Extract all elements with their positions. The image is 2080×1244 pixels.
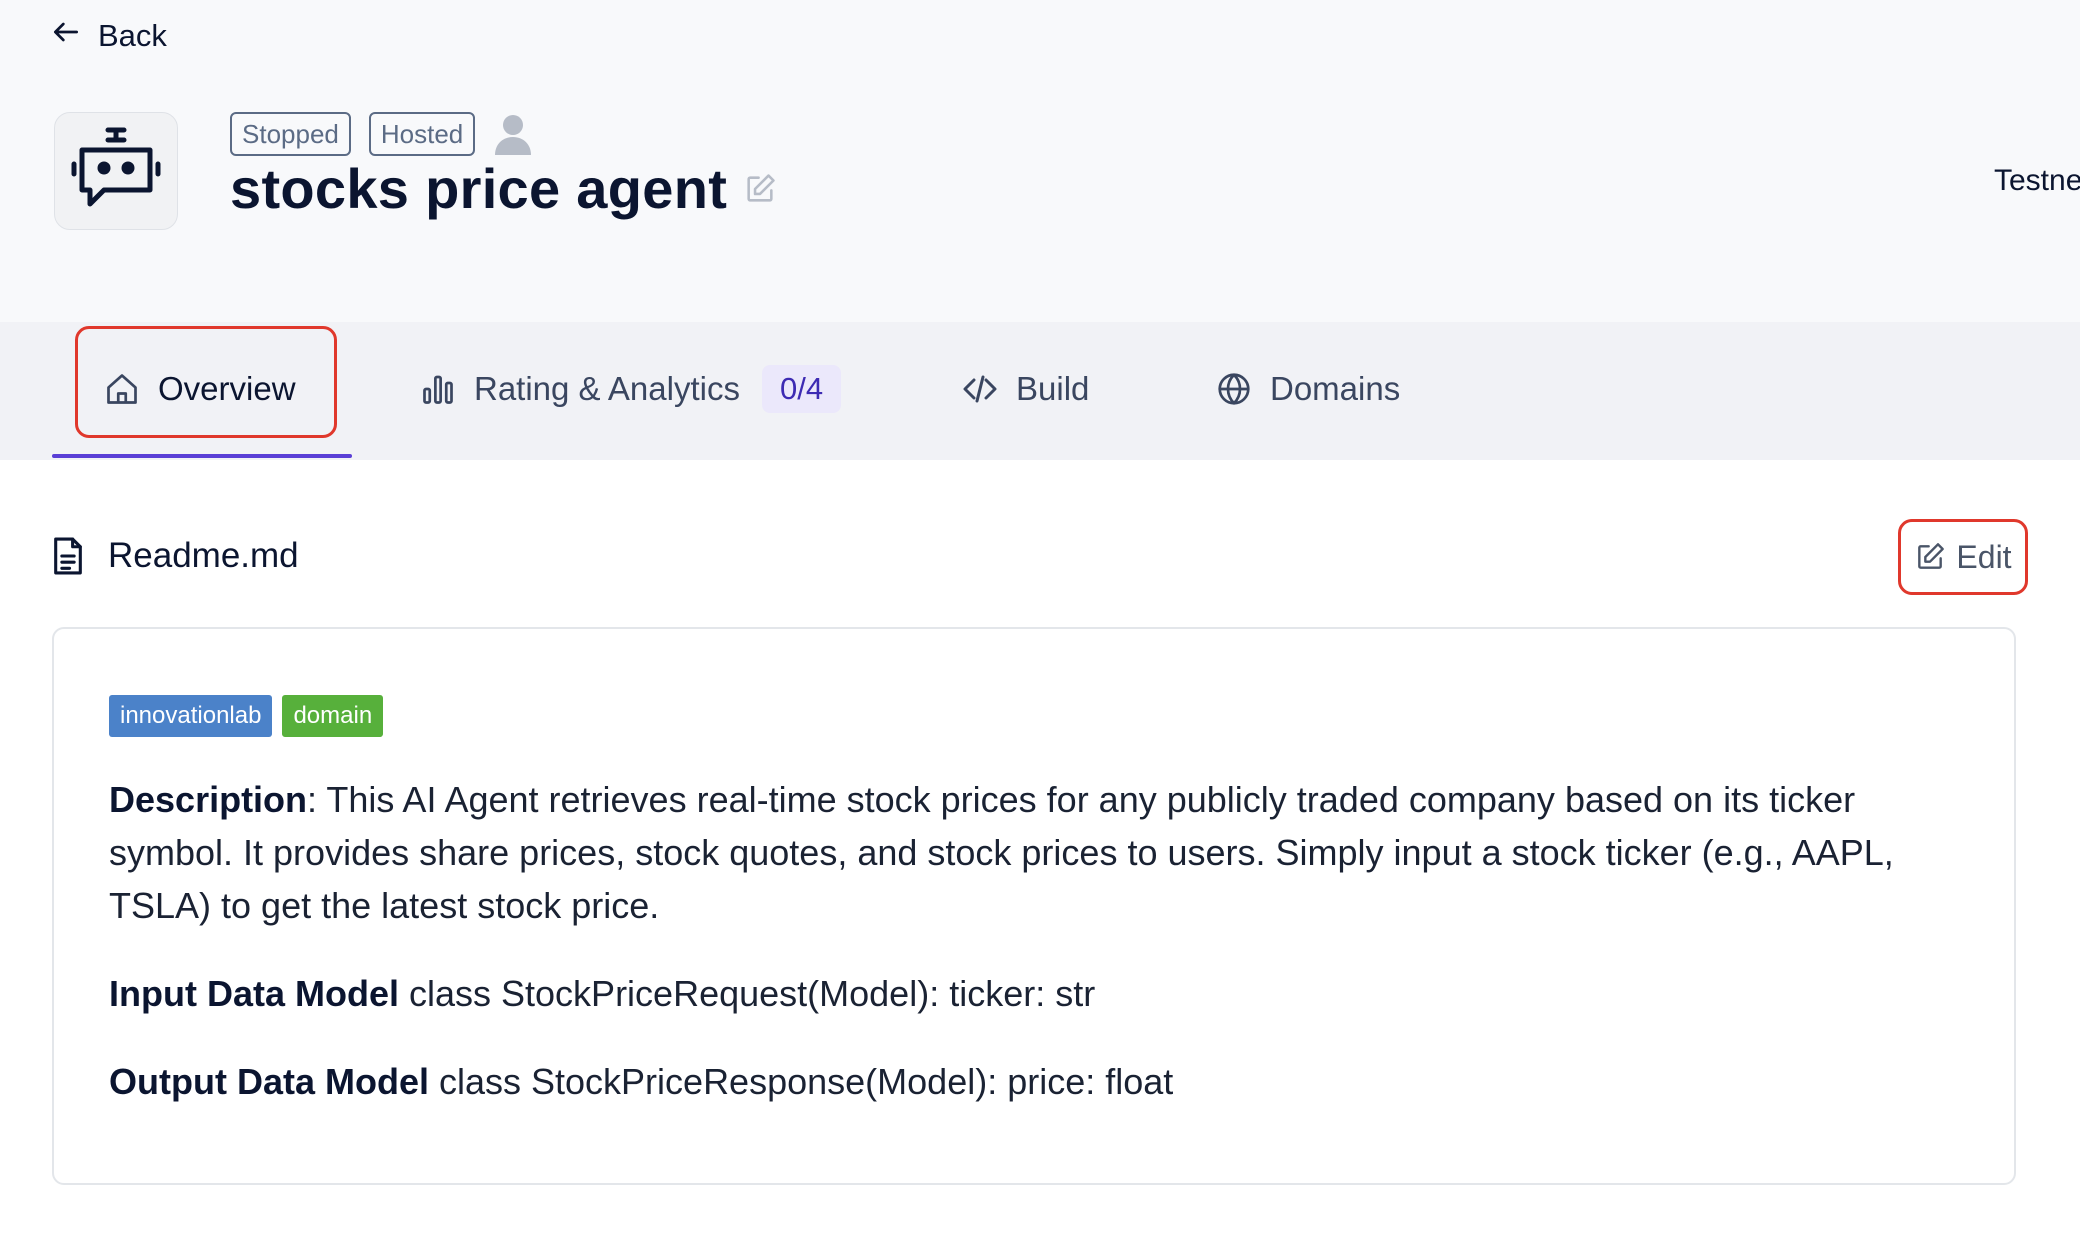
globe-icon <box>1216 371 1252 407</box>
back-button[interactable]: Back <box>50 14 167 58</box>
rating-count-badge: 0/4 <box>761 365 842 413</box>
file-icon <box>52 536 84 576</box>
tag-innovationlab: innovationlab <box>109 695 273 737</box>
description-text: : This AI Agent retrieves real-time stoc… <box>109 779 1894 926</box>
hosting-badge: Hosted <box>368 112 476 156</box>
bar-chart-icon <box>420 371 456 407</box>
arrow-left-icon <box>50 16 82 56</box>
back-label: Back <box>98 18 167 53</box>
network-label: Testnet <box>1994 164 2080 197</box>
readme-card: innovationlab domain Description: This A… <box>52 627 2016 1185</box>
status-badge: Stopped <box>230 112 351 156</box>
input-model-label: Input Data Model <box>109 973 399 1014</box>
readme-filename: Readme.md <box>108 536 299 575</box>
output-model-label: Output Data Model <box>109 1061 429 1102</box>
edit-label: Edit <box>1956 538 2012 575</box>
tab-overview[interactable]: Overview <box>104 336 296 442</box>
readme-tags: innovationlab domain <box>109 695 384 737</box>
description-label: Description <box>109 779 308 820</box>
tab-rating-label: Rating & Analytics <box>474 370 740 407</box>
agent-avatar <box>54 112 178 230</box>
tab-build[interactable]: Build <box>962 336 1089 442</box>
readme-content: Description: This AI Agent retrieves rea… <box>109 773 1969 1143</box>
agent-title-text: stocks price agent <box>230 157 728 220</box>
readme-header: Readme.md <box>52 530 299 582</box>
robot-icon <box>68 124 164 219</box>
tab-build-label: Build <box>1016 370 1090 407</box>
edit-readme-button[interactable]: Edit <box>1898 519 2028 595</box>
agent-badges: Stopped Hosted <box>230 112 533 156</box>
code-icon <box>962 371 998 407</box>
output-model-text: class StockPriceResponse(Model): price: … <box>428 1061 1174 1102</box>
description-paragraph: Description: This AI Agent retrieves rea… <box>109 773 1969 932</box>
edit-icon <box>1914 541 1946 573</box>
tab-rating-analytics[interactable]: Rating & Analytics 0/4 <box>420 336 842 442</box>
user-icon <box>493 113 533 155</box>
active-tab-indicator <box>52 454 352 458</box>
input-model-text: class StockPriceRequest(Model): ticker: … <box>399 973 1096 1014</box>
tab-domains[interactable]: Domains <box>1216 336 1400 442</box>
tab-domains-label: Domains <box>1270 370 1401 407</box>
input-model-paragraph: Input Data Model class StockPriceRequest… <box>109 967 1969 1020</box>
tag-domain: domain <box>282 695 384 737</box>
tab-overview-label: Overview <box>158 370 296 407</box>
output-model-paragraph: Output Data Model class StockPriceRespon… <box>109 1055 1969 1108</box>
home-icon <box>104 371 140 407</box>
agent-title: stocks price agent <box>230 156 777 221</box>
edit-title-icon[interactable] <box>743 172 777 206</box>
